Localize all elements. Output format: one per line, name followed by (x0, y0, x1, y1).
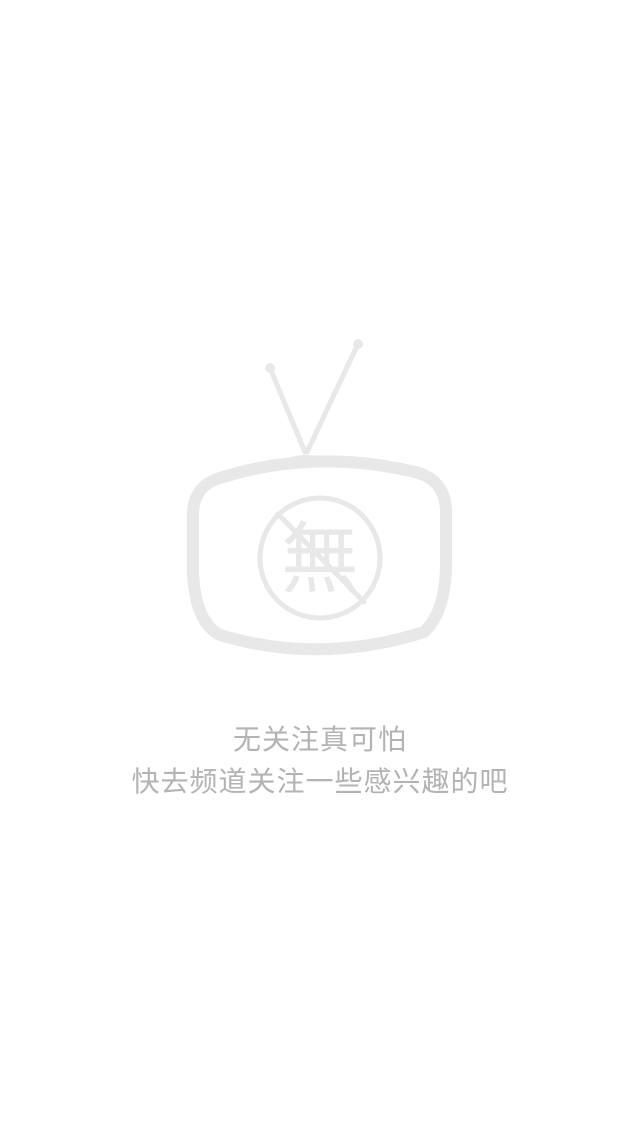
tv-glyph: 無 (281, 515, 359, 605)
tv-empty-icon: 無 (180, 330, 460, 670)
empty-title: 无关注真可怕 (232, 723, 407, 756)
empty-subtitle: 快去频道关注一些感兴趣的吧 (131, 765, 509, 798)
empty-state: 無 无关注真可怕 快去频道关注一些感兴趣的吧 (0, 0, 640, 1136)
